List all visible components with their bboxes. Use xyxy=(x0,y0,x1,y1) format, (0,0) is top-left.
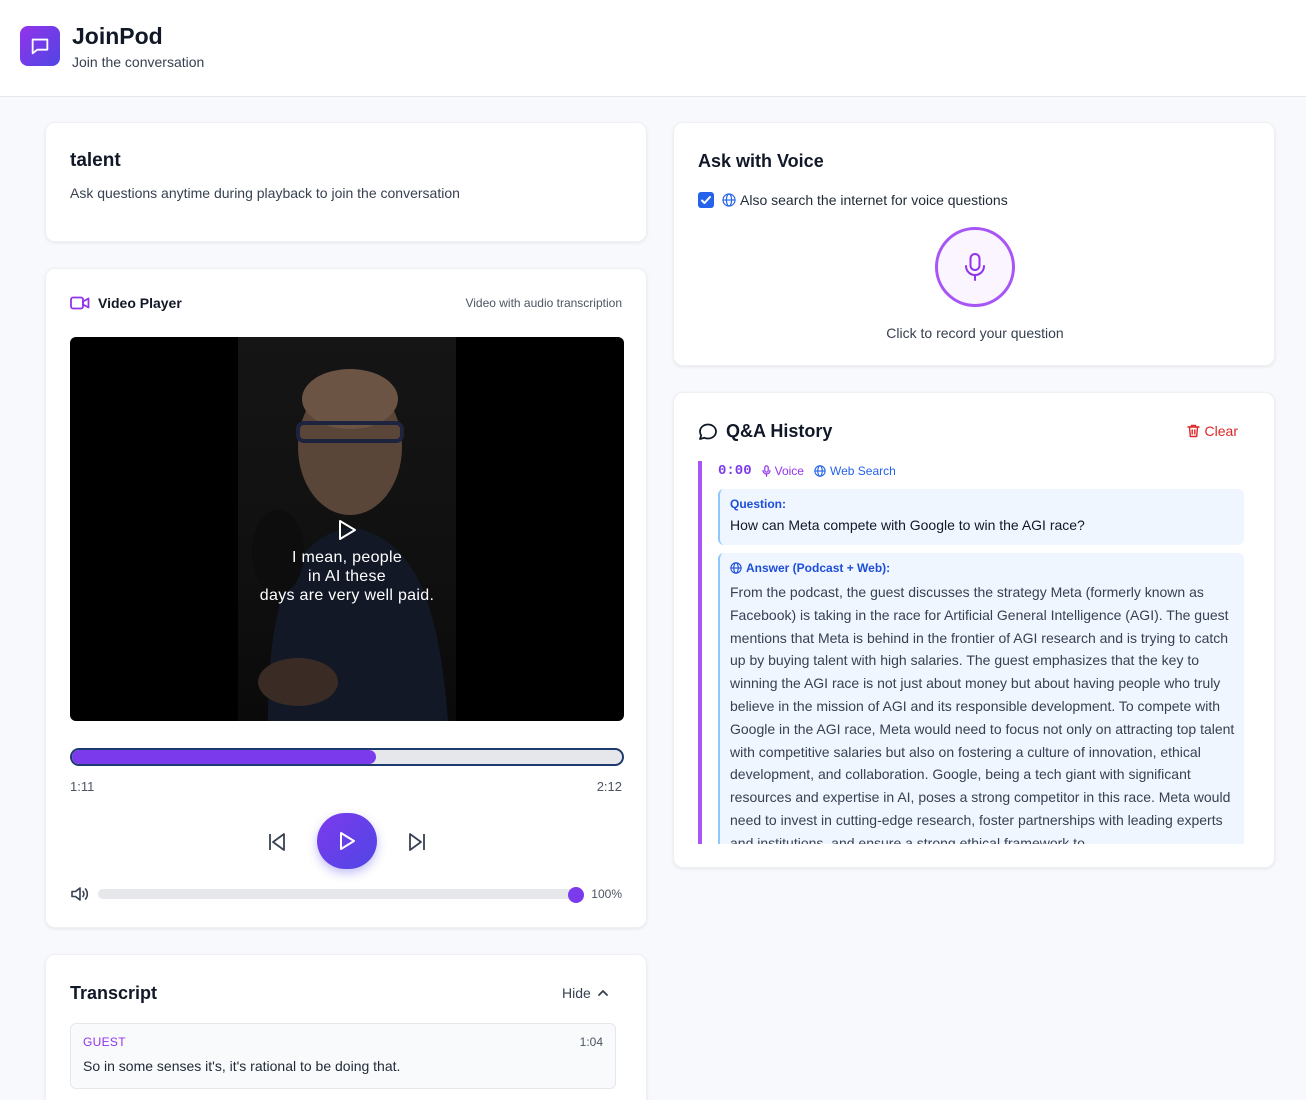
answer-label: Answer (Podcast + Web): xyxy=(746,561,891,575)
ask-voice-title: Ask with Voice xyxy=(698,151,824,171)
skip-back-icon xyxy=(269,833,285,851)
record-button[interactable] xyxy=(935,227,1015,307)
app-tagline: Join the conversation xyxy=(72,54,205,70)
web-search-checkbox-label[interactable]: Also search the internet for voice quest… xyxy=(740,192,1008,208)
current-time: 1:11 xyxy=(70,779,95,794)
qa-history-list[interactable]: 0:00 Voice Web Search Question: How can … xyxy=(698,461,1244,844)
globe-icon xyxy=(722,193,736,207)
transcript-title: Transcript xyxy=(70,983,158,1003)
caption-line: I mean, people xyxy=(291,549,403,566)
question-label: Question: xyxy=(730,497,786,511)
qa-question-box: Question: How can Meta compete with Goog… xyxy=(718,489,1244,545)
play-icon xyxy=(340,832,355,850)
play-button[interactable] xyxy=(317,813,377,869)
video-progress-bar[interactable] xyxy=(70,748,624,766)
transcript-toggle-label: Hide xyxy=(562,985,591,1001)
video-caption: I mean, people in AI these days are very… xyxy=(70,548,624,605)
volume-slider[interactable] xyxy=(98,889,576,899)
skip-forward-button[interactable] xyxy=(404,829,430,855)
skip-forward-icon xyxy=(409,833,425,851)
checkmark-icon xyxy=(701,196,711,204)
clear-label: Clear xyxy=(1204,423,1238,439)
transcript-card: Transcript Hide GUEST 1:04 So in some se… xyxy=(45,954,647,1100)
globe-icon xyxy=(730,562,742,574)
duration: 2:12 xyxy=(596,779,622,794)
trash-icon xyxy=(1186,424,1200,438)
answer-label-row: Answer (Podcast + Web): xyxy=(730,561,1236,575)
web-search-tag: Web Search xyxy=(814,464,896,478)
caption-line: in AI these xyxy=(307,568,387,585)
video-player-subtitle: Video with audio transcription xyxy=(465,296,622,310)
web-search-tag-label: Web Search xyxy=(829,464,896,478)
podcast-title: talent xyxy=(70,150,121,171)
answer-text: From the podcast, the guest discusses th… xyxy=(730,584,1235,844)
video-overlay-play-button[interactable] xyxy=(327,510,367,550)
record-label: Click to record your question xyxy=(886,325,1064,341)
transcript-speaker: GUEST xyxy=(83,1035,126,1049)
podcast-info-card: talent Ask questions anytime during play… xyxy=(45,122,647,242)
transcript-text: So in some senses it's, it's rational to… xyxy=(83,1058,401,1074)
caption-line: days are very well paid. xyxy=(259,587,435,604)
transcript-time: 1:04 xyxy=(579,1035,603,1049)
volume-fill xyxy=(98,889,576,899)
transcript-toggle-button[interactable]: Hide xyxy=(562,985,609,1001)
volume-handle[interactable] xyxy=(568,887,584,903)
video-player-card: Video Player Video with audio transcript… xyxy=(45,268,647,928)
qa-history-title: Q&A History xyxy=(726,421,833,441)
clear-history-button[interactable]: Clear xyxy=(1186,423,1238,439)
qa-item-meta: 0:00 Voice Web Search xyxy=(718,463,896,479)
podcast-subtitle: Ask questions anytime during playback to… xyxy=(70,185,460,201)
microphone-icon xyxy=(762,465,771,477)
chevron-up-icon xyxy=(597,990,608,996)
video-frame[interactable]: I mean, people in AI these days are very… xyxy=(70,337,624,721)
voice-tag-label: Voice xyxy=(774,464,804,478)
chat-bubble-icon xyxy=(699,423,717,440)
video-camera-icon xyxy=(70,296,90,310)
qa-history-card: Q&A History Clear 0:00 Voice Web Search … xyxy=(673,392,1275,868)
video-player-title: Video Player xyxy=(98,295,182,311)
voice-tag: Voice xyxy=(762,464,804,478)
qa-item-timestamp[interactable]: 0:00 xyxy=(718,463,752,479)
transcript-entry[interactable]: GUEST 1:04 So in some senses it's, it's … xyxy=(70,1023,616,1089)
app-logo[interactable] xyxy=(20,26,60,66)
skip-back-button[interactable] xyxy=(264,829,290,855)
qa-answer-box: Answer (Podcast + Web): From the podcast… xyxy=(718,553,1244,844)
chat-bubble-icon xyxy=(31,38,49,55)
ask-voice-card: Ask with Voice Also search the internet … xyxy=(673,122,1275,366)
microphone-icon xyxy=(965,253,985,281)
question-text: How can Meta compete with Google to win … xyxy=(730,517,1085,533)
play-icon xyxy=(339,520,356,540)
globe-icon xyxy=(814,465,826,477)
app-header: JoinPod Join the conversation xyxy=(0,0,1306,97)
volume-icon[interactable] xyxy=(70,886,90,902)
volume-label: 100% xyxy=(591,887,622,901)
video-progress-fill xyxy=(72,750,369,764)
web-search-checkbox[interactable] xyxy=(698,192,714,208)
app-title: JoinPod xyxy=(72,23,163,49)
